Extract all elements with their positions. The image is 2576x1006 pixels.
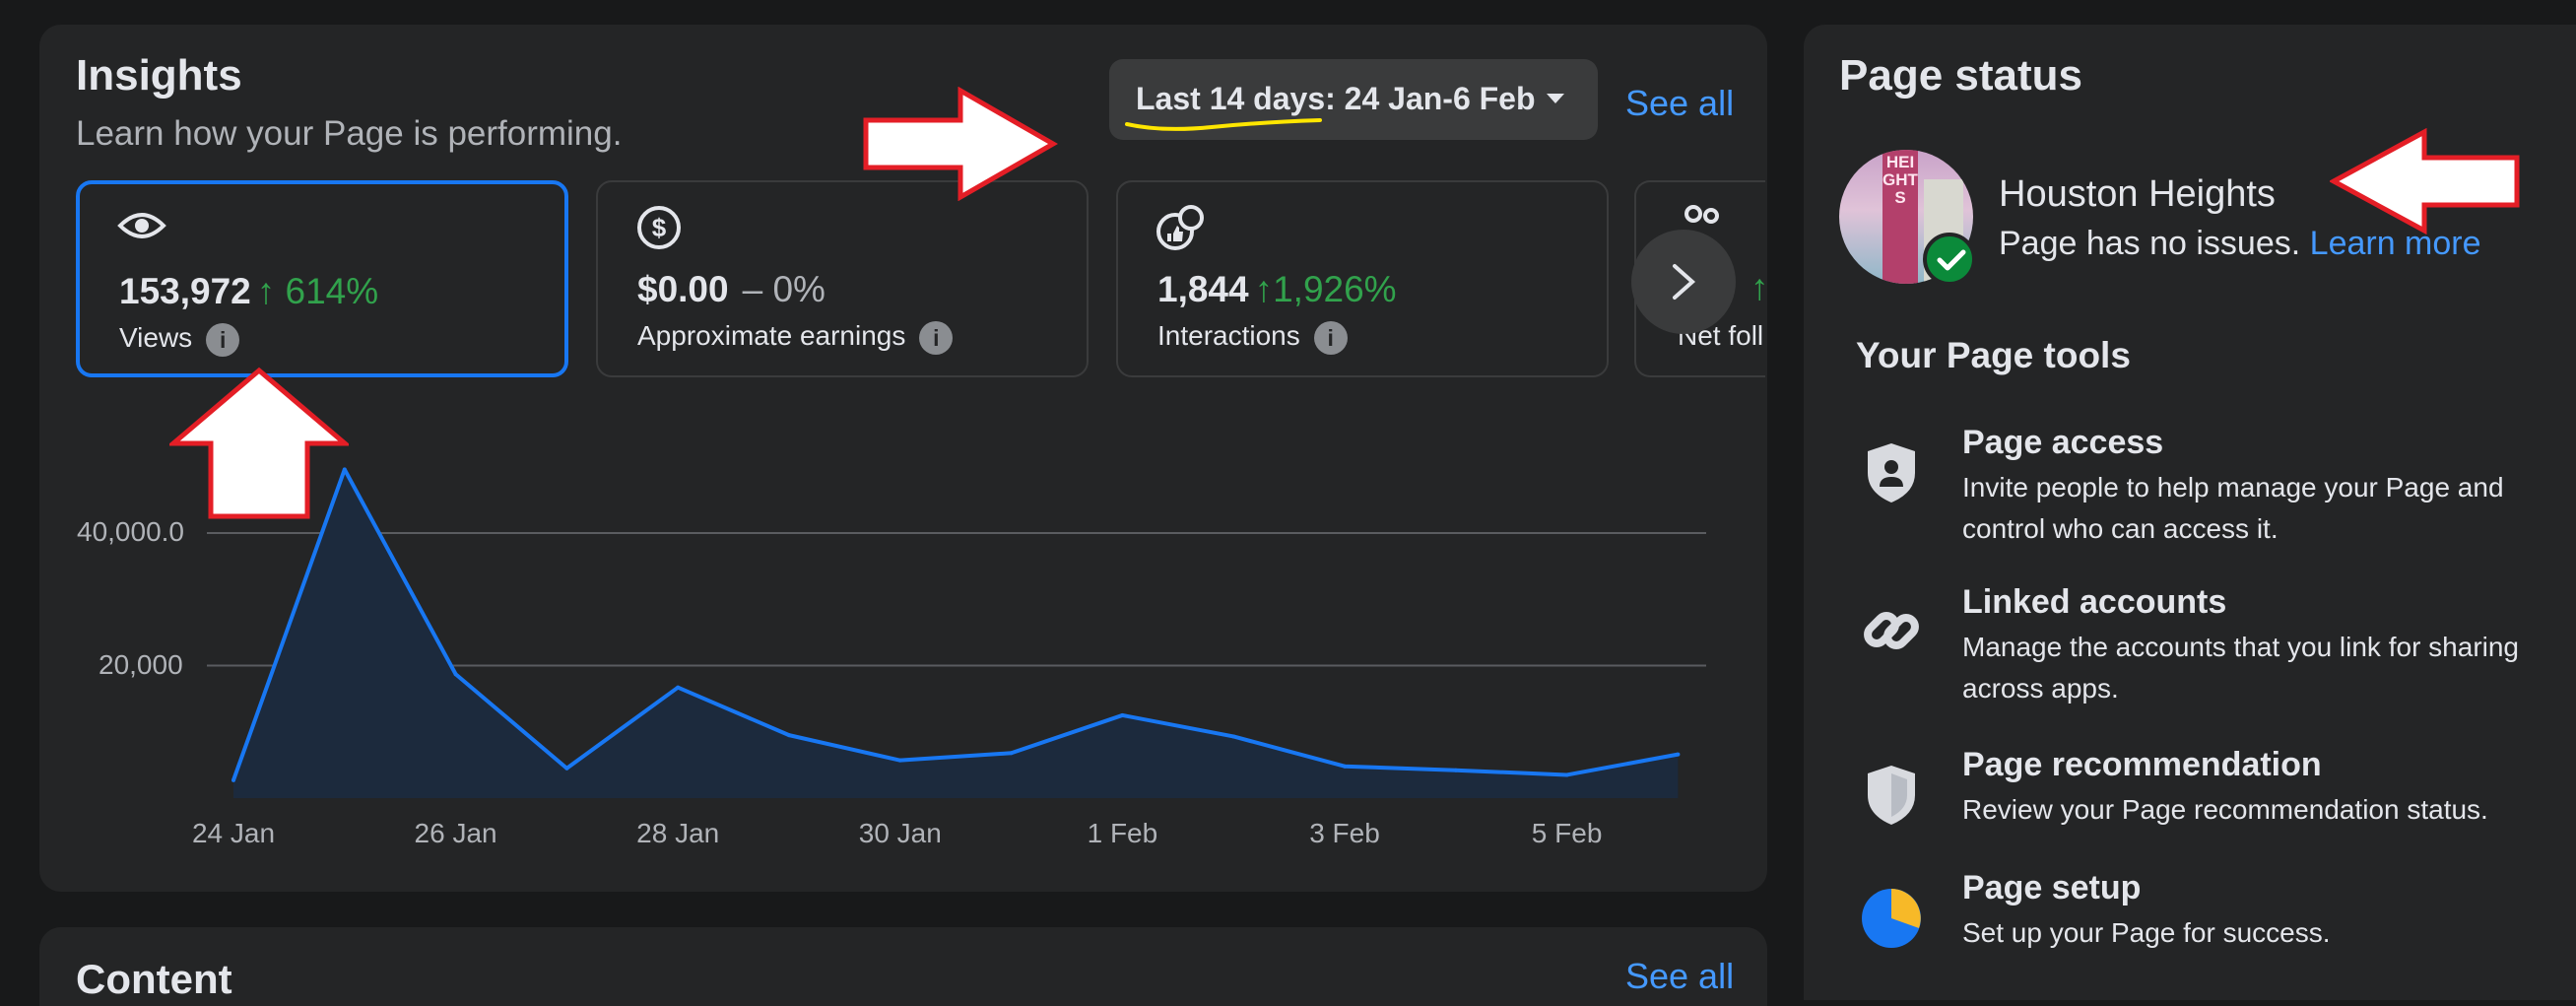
tool-linked-accounts[interactable]: Linked accounts Manage the accounts that… xyxy=(1852,583,2561,704)
x-tick-label: 3 Feb xyxy=(1309,818,1380,848)
data-point xyxy=(231,777,235,782)
data-point xyxy=(1453,768,1458,772)
data-point xyxy=(1676,752,1681,757)
tool-title: Page recommendation xyxy=(1962,746,2322,783)
data-point xyxy=(1120,712,1125,717)
tool-title: Page setup xyxy=(1962,869,2142,906)
data-point xyxy=(676,685,681,690)
content-card xyxy=(39,927,1767,1006)
tool-page-setup[interactable]: Page setup Set up your Page for success. xyxy=(1852,869,2561,958)
tool-page-recommendation[interactable]: Page recommendation Review your Page rec… xyxy=(1852,746,2561,835)
link-icon xyxy=(1864,612,1919,649)
views-area-fill xyxy=(233,469,1679,798)
annotation-arrow-right xyxy=(863,87,1059,201)
tool-description: Review your Page recommendation status. xyxy=(1962,794,2488,825)
content-title: Content xyxy=(76,956,232,1002)
content-see-all-link[interactable]: See all xyxy=(1625,956,1734,997)
x-tick-label: 1 Feb xyxy=(1087,818,1158,848)
annotation-arrow-left xyxy=(2330,128,2520,235)
shield-icon xyxy=(1868,766,1915,825)
tool-description: Set up your Page for success. xyxy=(1962,917,2331,948)
tool-description: Invite people to help manage your Page a… xyxy=(1962,472,2504,544)
annotation-arrow-up xyxy=(169,367,349,519)
page-name[interactable]: Houston Heights xyxy=(1999,173,2276,216)
x-tick-label: 26 Jan xyxy=(414,818,497,848)
data-point xyxy=(1564,772,1569,777)
tool-page-access[interactable]: Page access Invite people to help manage… xyxy=(1852,424,2561,544)
data-point xyxy=(1231,734,1236,739)
x-tick-label: 24 Jan xyxy=(191,818,276,848)
data-point xyxy=(897,758,902,763)
avatar-sign: HEIGHTS xyxy=(1882,150,1918,284)
tool-title: Page access xyxy=(1962,424,2164,461)
data-point xyxy=(1343,764,1347,769)
progress-pie-icon xyxy=(1862,889,1921,948)
x-tick-label: 30 Jan xyxy=(858,818,942,848)
data-point xyxy=(453,672,458,677)
page-status-title: Page status xyxy=(1839,51,2082,100)
page-tools-title: Your Page tools xyxy=(1856,335,2131,375)
tool-title: Linked accounts xyxy=(1962,583,2227,621)
tool-description: Manage the accounts that you link for sh… xyxy=(1962,632,2520,704)
avatar-sign-text: HEIGHTS xyxy=(1882,153,1918,207)
verified-badge-icon xyxy=(1923,233,1976,286)
shield-person-icon xyxy=(1868,443,1915,503)
x-tick-label: 28 Jan xyxy=(636,818,720,848)
x-tick-label: 5 Feb xyxy=(1531,818,1603,848)
data-point xyxy=(564,766,569,771)
data-point xyxy=(1009,751,1014,756)
data-point xyxy=(787,733,791,738)
